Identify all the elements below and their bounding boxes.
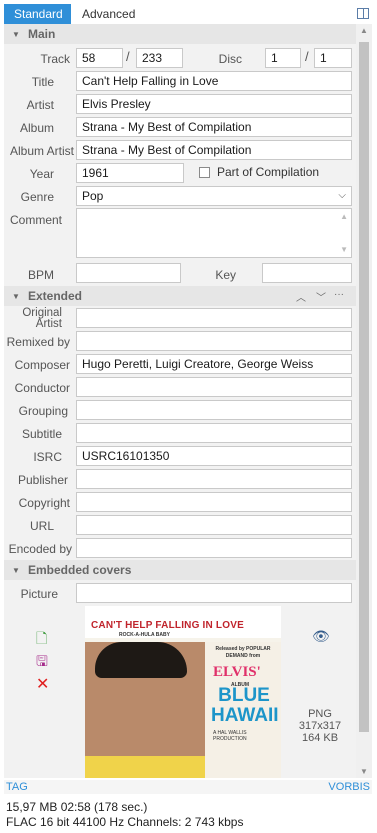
label-disc: Disc [218,52,242,66]
isrc-field[interactable]: USRC16101350 [76,446,352,466]
composer-field[interactable]: Hugo Peretti, Luigi Creatore, George Wei… [76,354,352,374]
cover-size: 164 KB [301,732,339,744]
label-bpm: BPM [27,268,54,282]
track-separator: / [126,49,130,64]
move-down-icon[interactable]: ﹀ [316,289,326,304]
scrollbar-thumb[interactable] [359,42,369,732]
label-key: Key [215,268,236,282]
tab-bar: Standard Advanced [0,4,377,24]
scroll-up-arrow-icon[interactable]: ▲ [360,26,368,35]
label-url: URL [29,519,54,533]
conductor-field[interactable] [76,377,352,397]
section-extended-title: Extended [28,289,83,303]
label-subtitle: Subtitle [21,427,62,441]
more-options-icon[interactable]: ··· [334,289,344,300]
section-main-title: Main [28,27,56,41]
copyright-field[interactable] [76,492,352,512]
label-year: Year [29,167,54,181]
track-field[interactable]: 58 [76,48,123,68]
disc-separator: / [305,49,309,64]
bpm-field[interactable] [76,263,181,283]
tab-advanced[interactable]: Advanced [74,4,143,24]
label-copyright: Copyright [18,496,70,510]
label-artist: Artist [26,98,54,112]
year-field[interactable]: 1961 [76,163,184,183]
cover-info: PNG 317x317 164 KB [294,708,346,744]
label-album-artist: Album Artist [9,144,74,158]
genre-value: Pop [82,189,104,203]
cover-dimensions: 317x317 [298,720,342,732]
section-extended-header[interactable]: ▼ Extended ︿ ﹀ ··· [4,286,356,306]
tag-label[interactable]: TAG [6,781,28,793]
original-artist-field[interactable] [76,308,352,328]
album-field[interactable]: Strana - My Best of Compilation [76,117,352,137]
grouping-field[interactable] [76,400,352,420]
collapse-triangle-icon: ▼ [12,30,20,39]
file-size-duration: 15,97 MB 02:58 (178 sec.) [6,800,148,814]
label-encoded-by: Encoded by [8,542,72,556]
label-grouping: Grouping [18,404,68,418]
label-title: Title [31,75,54,89]
tag-editor-panel: ▼ Main Track 58 / 233 Disc 1 / 1 Title C… [4,24,356,778]
chevron-down-icon: ⌵ [338,190,346,201]
cover-format: PNG [308,708,332,720]
part-of-compilation-checkbox[interactable] [199,167,210,178]
section-main-header[interactable]: ▼ Main [4,24,356,44]
label-publisher: Publisher [17,473,68,487]
artist-field[interactable]: Elvis Presley [76,94,352,114]
tab-standard[interactable]: Standard [4,4,71,24]
tag-type-label[interactable]: VORBIS [328,781,370,793]
label-original-artist: Original Artist [22,307,62,330]
save-cover-icon[interactable]: 🖫 [36,651,48,675]
section-covers-header[interactable]: ▼ Embedded covers [4,560,356,580]
move-up-icon[interactable]: ︿ [296,289,306,304]
title-field[interactable]: Can't Help Falling in Love [76,71,352,91]
audio-format-info: FLAC 16 bit 44100 Hz Channels: 2 743 kbp… [6,815,244,829]
tag-status-bar: TAG VORBIS [4,780,372,794]
section-covers-title: Embedded covers [28,563,132,577]
url-field[interactable] [76,515,352,535]
comment-textarea[interactable]: ▲ ▼ [76,208,352,258]
label-remixed-by: Remixed by [6,335,70,349]
add-cover-icon[interactable]: 🗋 [36,628,47,652]
delete-cover-icon[interactable]: ✕ [36,674,49,694]
label-track: Track [40,52,70,66]
genre-dropdown[interactable]: Pop ⌵ [76,186,352,206]
scroll-up-icon[interactable]: ▲ [340,212,348,221]
label-composer: Composer [14,358,70,372]
subtitle-field[interactable] [76,423,352,443]
label-conductor: Conductor [14,381,70,395]
vertical-scrollbar[interactable]: ▲ ▼ [356,24,372,778]
publisher-field[interactable] [76,469,352,489]
disc-total-field[interactable]: 1 [314,48,352,68]
collapse-triangle-icon: ▼ [12,566,20,575]
album-artist-field[interactable]: Strana - My Best of Compilation [76,140,352,160]
label-picture: Picture [20,587,58,601]
key-field[interactable] [262,263,352,283]
collapse-triangle-icon: ▼ [12,292,20,301]
scroll-down-arrow-icon[interactable]: ▼ [360,767,368,776]
picture-field[interactable] [76,583,352,603]
remixed-by-field[interactable] [76,331,352,351]
label-album: Album [19,121,54,135]
label-comment: Comment [9,213,62,227]
cover-image: CAN'T HELP FALLING IN LOVE ROCK-A-HULA B… [85,606,281,778]
eye-icon[interactable]: 👁 [312,628,330,645]
encoded-by-field[interactable] [76,538,352,558]
label-isrc: ISRC [33,450,62,464]
disc-field[interactable]: 1 [265,48,301,68]
scroll-down-icon[interactable]: ▼ [340,245,348,254]
label-genre: Genre [20,190,54,204]
layout-toggle-icon[interactable] [357,8,369,19]
part-of-compilation-label: Part of Compilation [217,165,320,179]
